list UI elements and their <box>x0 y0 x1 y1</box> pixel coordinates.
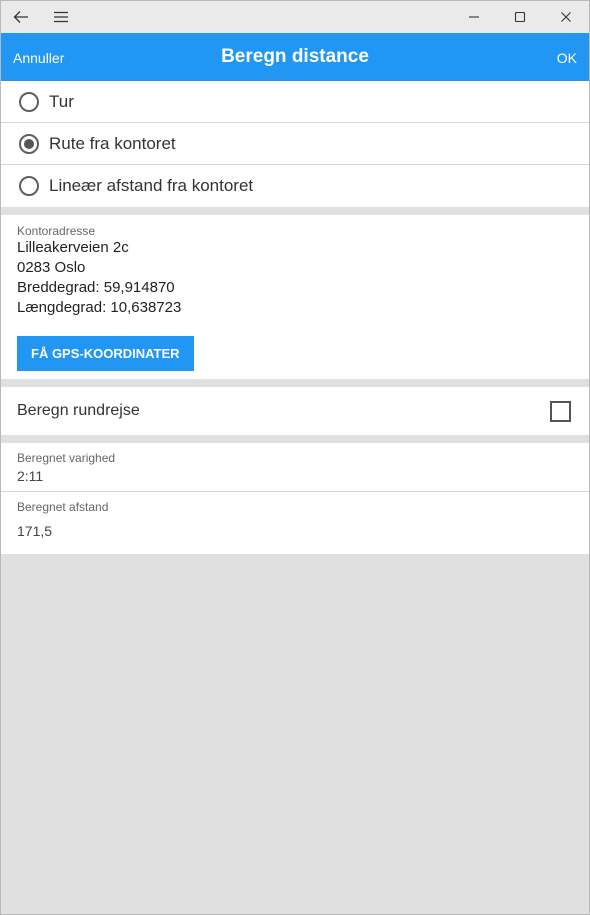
minimize-icon[interactable] <box>451 1 497 33</box>
office-city: 0283 Oslo <box>17 259 86 276</box>
ok-button[interactable]: OK <box>557 33 577 81</box>
round-trip-label: Beregn rundrejse <box>17 402 140 419</box>
radio-option-route-from-office[interactable]: Rute fra kontoret <box>1 123 589 165</box>
get-gps-coordinates-button[interactable]: FÅ GPS-KOORDINATER <box>17 336 194 371</box>
calculated-duration-value: 2:11 <box>17 468 44 484</box>
round-trip-row[interactable]: Beregn rundrejse <box>1 387 589 435</box>
hamburger-menu-icon[interactable] <box>41 1 81 33</box>
office-latitude: Breddegrad: 59,914870 <box>17 279 175 296</box>
office-longitude: Længdegrad: 10,638723 <box>17 299 182 316</box>
section-divider <box>1 379 589 387</box>
calculated-duration-section: Beregnet varighed 2:11 <box>1 443 589 492</box>
radio-dot-icon <box>24 138 34 149</box>
radio-button-unselected[interactable] <box>19 91 39 112</box>
section-divider <box>1 435 589 443</box>
close-icon[interactable] <box>543 1 589 33</box>
title-bar <box>1 1 589 33</box>
back-arrow-icon[interactable] <box>1 1 41 33</box>
maximize-icon[interactable] <box>497 1 543 33</box>
calculated-duration-label: Beregnet varighed <box>17 451 116 465</box>
radio-label: Tur <box>49 91 74 111</box>
cancel-button[interactable]: Annuller <box>13 33 64 81</box>
radio-label: Lineær afstand fra kontoret <box>49 176 254 195</box>
office-address-label: Kontoradresse <box>17 224 96 238</box>
office-street: Lilleakerveien 2c <box>17 239 129 256</box>
office-address-section: Kontoradresse Lilleakerveien 2c 0283 Osl… <box>1 215 589 379</box>
radio-option-tur[interactable]: Tur <box>1 81 589 123</box>
calculated-distance-label: Beregnet afstand <box>17 500 109 514</box>
calculated-distance-section: Beregnet afstand 171,5 <box>1 492 589 554</box>
app-window: Annuller Beregn distance OK Tur Rute fra… <box>0 0 590 915</box>
section-divider <box>1 207 589 215</box>
calculated-distance-value: 171,5 <box>17 523 53 539</box>
radio-button-unselected[interactable] <box>19 176 39 196</box>
round-trip-checkbox[interactable] <box>550 400 571 422</box>
page-title: Beregn distance <box>221 46 369 67</box>
app-header: Annuller Beregn distance OK <box>1 33 589 81</box>
radio-button-selected[interactable] <box>19 133 39 154</box>
radio-label: Rute fra kontoret <box>49 133 176 153</box>
radio-option-linear-distance[interactable]: Lineær afstand fra kontoret <box>1 165 589 207</box>
